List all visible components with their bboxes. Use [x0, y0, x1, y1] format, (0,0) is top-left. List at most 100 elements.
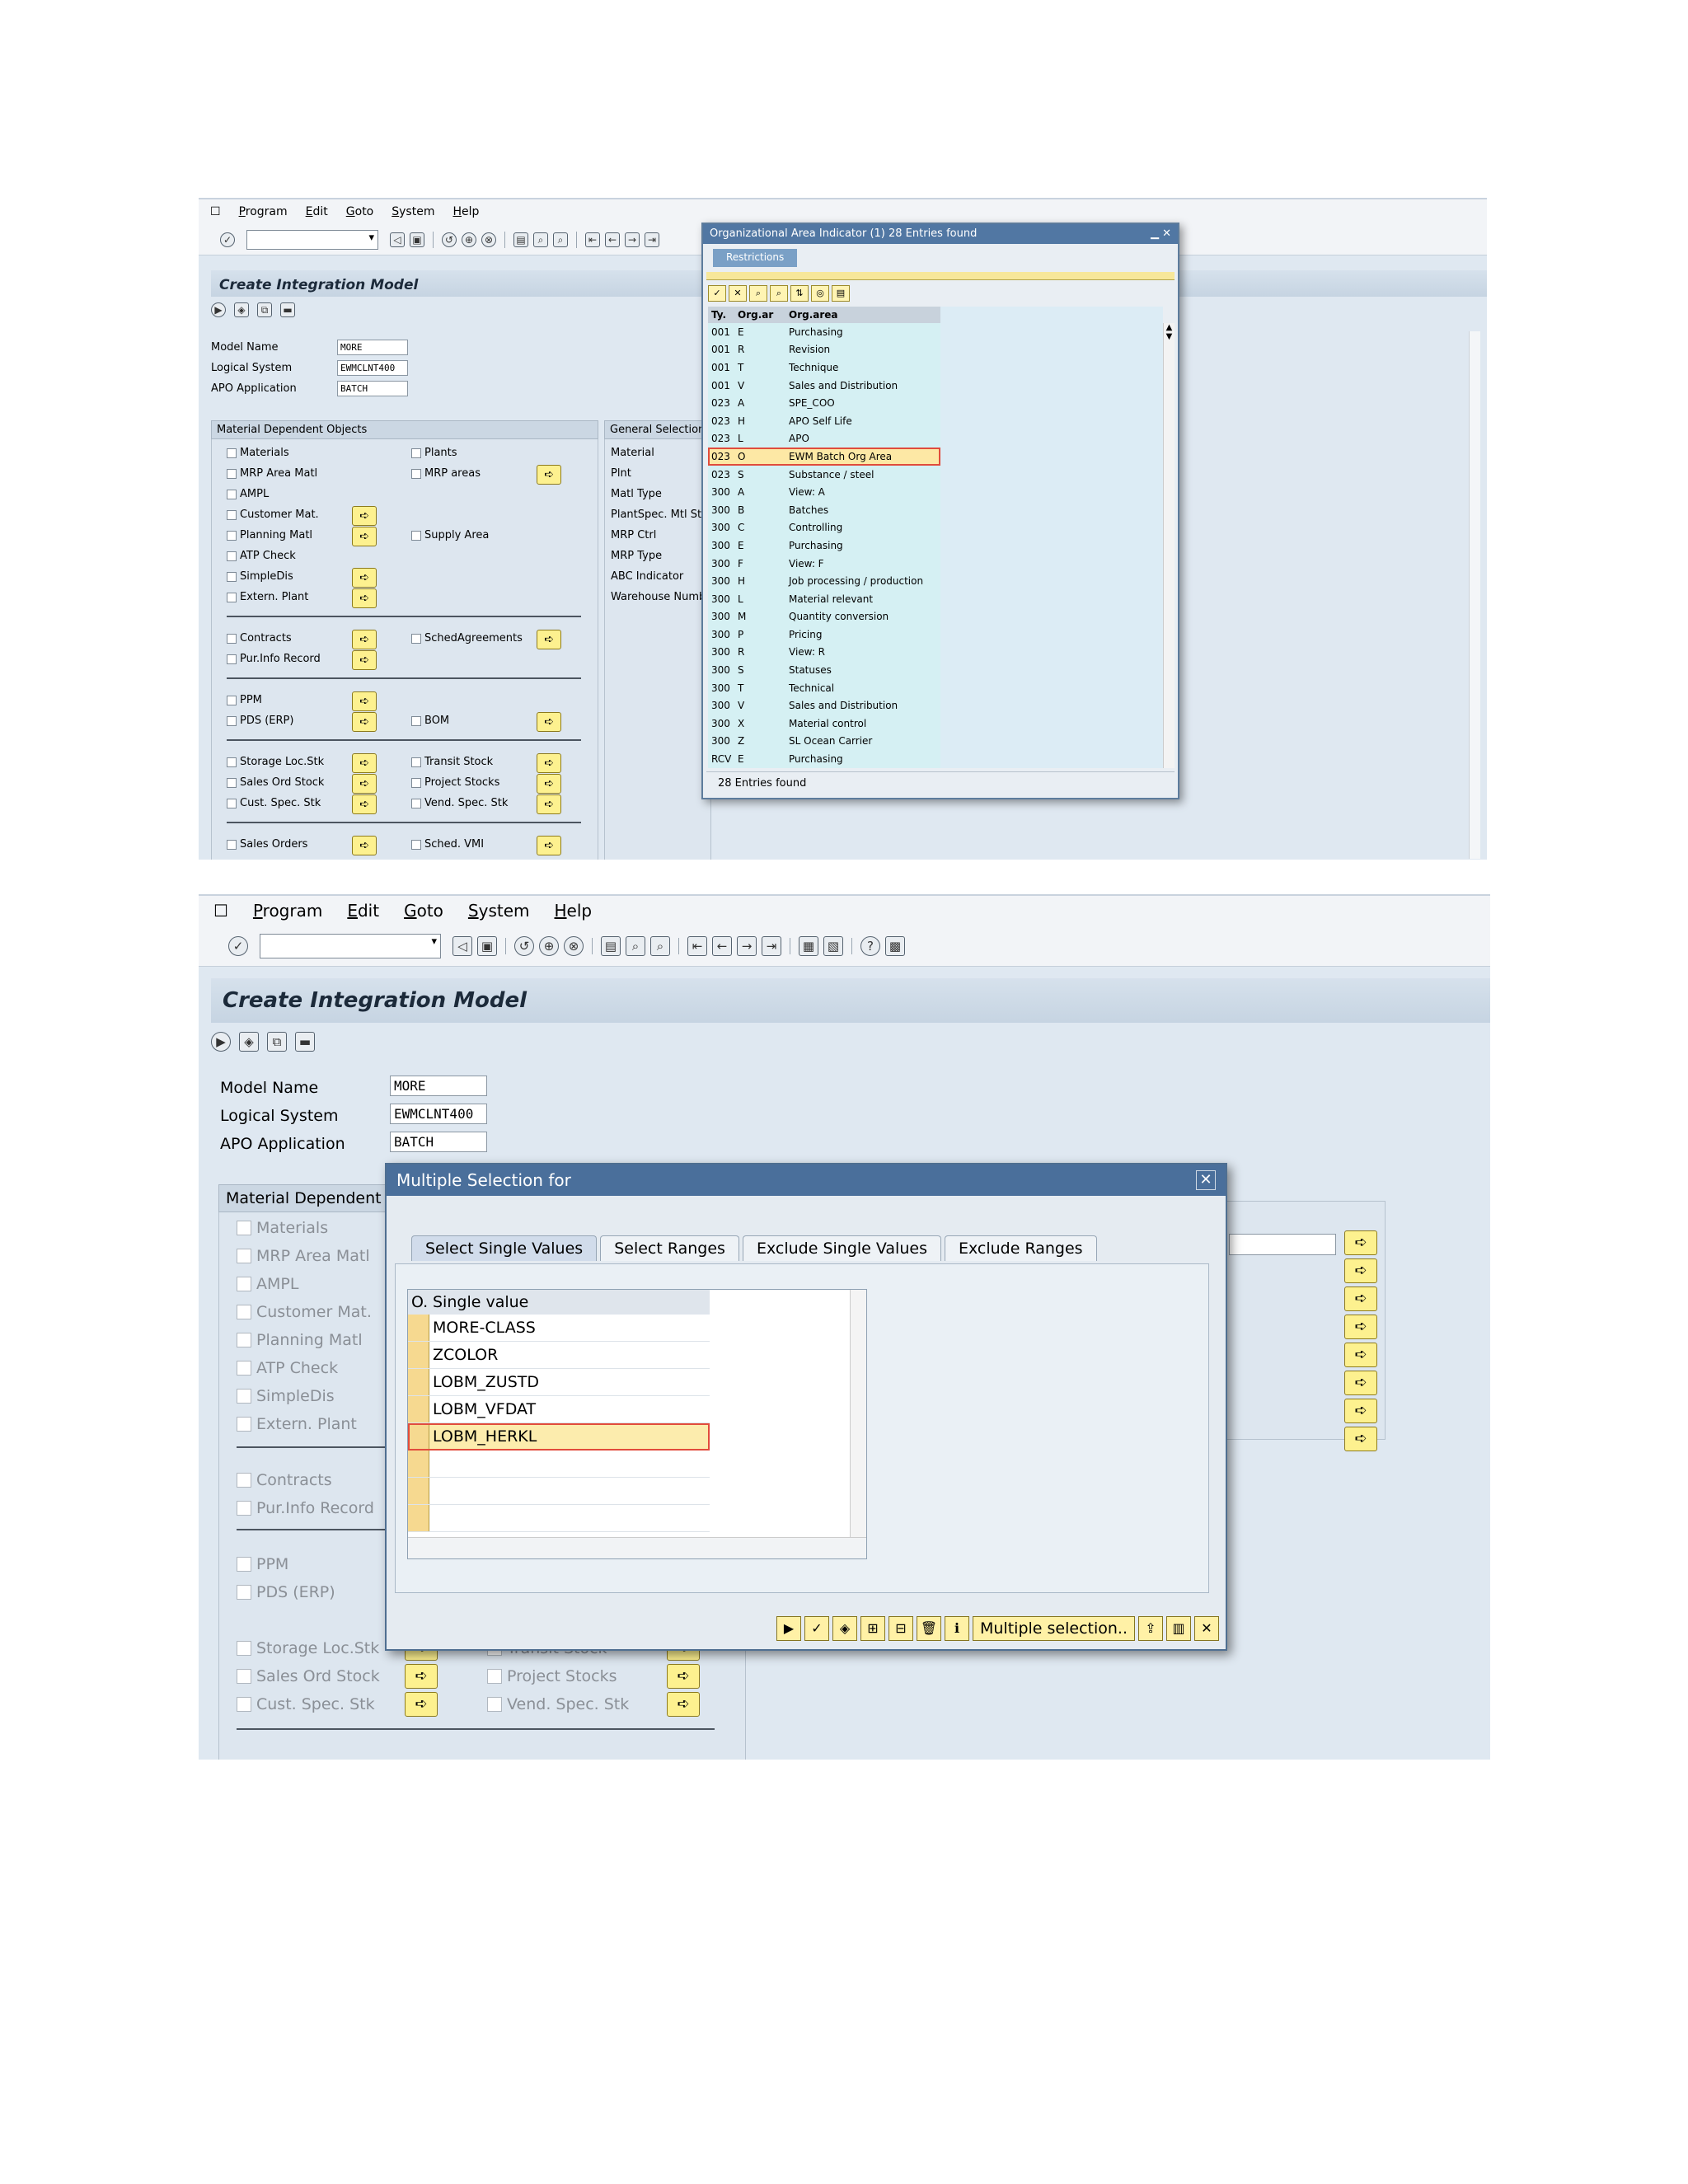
list-item[interactable]: 023 O EWM Batch Org Area — [708, 448, 940, 466]
menu-program[interactable]: Program — [239, 205, 288, 218]
find-next-icon[interactable]: ⌕ — [770, 285, 788, 302]
selection-arrow-button[interactable]: ➪ — [537, 836, 561, 855]
sort-icon[interactable]: ⇅ — [790, 285, 809, 302]
checkbox-project-stocks[interactable]: Project Stocks — [411, 776, 499, 789]
checkbox-mrp-area-matl[interactable]: MRP Area Matl — [237, 1247, 370, 1265]
checkbox-project-stocks[interactable]: Project Stocks — [487, 1667, 617, 1685]
checkbox-contracts[interactable]: Contracts — [227, 632, 292, 644]
checkbox-vend-spec-stk[interactable]: Vend. Spec. Stk — [487, 1695, 629, 1713]
list-item[interactable]: 300 H Job processing / production — [708, 572, 940, 590]
table-row[interactable]: LOBM_VFDAT — [408, 1396, 710, 1423]
checkbox-sales-ord-stock[interactable]: Sales Ord Stock — [237, 1667, 380, 1685]
find-icon[interactable]: ⌕ — [626, 935, 645, 956]
popup-close-icon[interactable]: ▁ ✕ — [1151, 227, 1171, 241]
selection-arrow-button[interactable]: ➪ — [537, 630, 561, 649]
column-single-value[interactable]: Single value — [433, 1293, 528, 1311]
row-selector[interactable] — [408, 1451, 429, 1477]
checkbox-sched-vmi[interactable]: Sched. VMI — [411, 838, 484, 851]
apo-application-field[interactable]: BATCH — [337, 381, 408, 396]
menu-help[interactable]: Help — [452, 205, 479, 218]
menu-goto[interactable]: Goto — [404, 901, 443, 921]
find-icon[interactable]: ⌕ — [749, 285, 767, 302]
checkbox-planning-matl[interactable]: Planning Matl — [227, 529, 312, 541]
find-next-icon[interactable]: ⌕ — [650, 935, 670, 956]
list-item[interactable]: 300 F View: F — [708, 555, 940, 573]
delete-row-icon[interactable]: ⊟ — [889, 1616, 913, 1641]
list-item[interactable]: 300 X Material control — [708, 715, 940, 733]
tab-exclude-ranges[interactable]: Exclude Ranges — [944, 1235, 1097, 1261]
tab-exclude-single-values[interactable]: Exclude Single Values — [742, 1235, 941, 1261]
selection-arrow-button[interactable]: ➪ — [352, 588, 377, 608]
checkbox-extern-plant[interactable]: Extern. Plant — [227, 591, 308, 603]
table-row[interactable]: LOBM_HERKL — [408, 1423, 710, 1451]
checkbox-pur-info-record[interactable]: Pur.Info Record — [227, 653, 321, 665]
checkbox-mrp-areas[interactable]: MRP areas — [411, 467, 481, 480]
layout-menu-icon[interactable]: ▩ — [885, 935, 905, 956]
row-selector[interactable] — [408, 1315, 429, 1341]
selection-arrow-button[interactable]: ➪ — [1344, 1258, 1377, 1283]
variant-icon[interactable]: ◈ — [234, 302, 249, 317]
shortcut-icon[interactable]: ▧ — [823, 935, 843, 956]
selection-arrow-button[interactable]: ➪ — [537, 753, 561, 773]
first-page-icon[interactable]: ⇤ — [687, 935, 707, 956]
row-selector[interactable] — [408, 1478, 429, 1504]
table-row[interactable] — [408, 1451, 710, 1478]
menu-goto[interactable]: Goto — [346, 205, 373, 218]
checkbox-schedagreements[interactable]: SchedAgreements — [411, 632, 523, 644]
selection-arrow-button[interactable]: ➪ — [537, 712, 561, 732]
menu-system[interactable]: System — [468, 901, 530, 921]
column-org-ar[interactable]: Org.ar — [738, 309, 789, 321]
copy-icon[interactable]: ⧉ — [267, 1032, 287, 1052]
checkbox-bom[interactable]: BOM — [411, 715, 449, 727]
row-selector[interactable] — [408, 1369, 429, 1395]
selection-arrow-button[interactable]: ➪ — [352, 527, 377, 546]
menu-help[interactable]: Help — [555, 901, 593, 921]
window-menu-icon[interactable]: ☐ — [213, 901, 228, 921]
checkbox-cust-spec-stk[interactable]: Cust. Spec. Stk — [237, 1695, 375, 1713]
checkbox-contracts[interactable]: Contracts — [237, 1471, 332, 1489]
save-icon[interactable]: ▣ — [410, 232, 424, 247]
selection-arrow-button[interactable]: ➪ — [405, 1692, 438, 1717]
apo-application-field[interactable]: BATCH — [390, 1132, 487, 1152]
single-value-cell[interactable]: ZCOLOR — [429, 1346, 498, 1364]
selection-arrow-button[interactable]: ➪ — [352, 774, 377, 794]
selection-arrow-button[interactable]: ➪ — [352, 836, 377, 855]
selection-arrow-button[interactable]: ➪ — [537, 794, 561, 814]
list-item[interactable]: 023 S Substance / steel — [708, 466, 940, 484]
list-item[interactable]: 023 H APO Self Life — [708, 412, 940, 430]
selection-arrow-button[interactable]: ➪ — [352, 630, 377, 649]
back-icon[interactable]: ↺ — [514, 935, 534, 956]
column-type[interactable]: Ty. — [708, 309, 738, 321]
print-icon[interactable]: ▤ — [601, 935, 621, 956]
variant-icon[interactable]: ◈ — [239, 1032, 259, 1052]
cancel-icon[interactable]: ⊗ — [564, 935, 584, 956]
list-item[interactable]: 001 T Technique — [708, 359, 940, 377]
row-selector[interactable] — [408, 1423, 429, 1450]
last-page-icon[interactable]: ⇥ — [762, 935, 781, 956]
checkbox-transit-stock[interactable]: Transit Stock — [411, 756, 493, 768]
checkbox-atp-check[interactable]: ATP Check — [237, 1359, 338, 1377]
selection-arrow-button[interactable]: ➪ — [1344, 1427, 1377, 1451]
selection-arrow-button[interactable]: ➪ — [1344, 1230, 1377, 1255]
list-item[interactable]: 001 V Sales and Distribution — [708, 377, 940, 395]
list-item[interactable]: 300 M Quantity conversion — [708, 608, 940, 626]
print-icon[interactable]: ▤ — [513, 232, 528, 247]
checkbox-extern-plant[interactable]: Extern. Plant — [237, 1415, 357, 1433]
window-menu-icon[interactable]: ☐ — [210, 205, 221, 218]
back-arrow-icon[interactable]: ◁ — [390, 232, 405, 247]
logical-system-field[interactable]: EWMCLNT400 — [390, 1104, 487, 1124]
execute-icon[interactable]: ▶ — [776, 1616, 801, 1641]
selection-arrow-button[interactable]: ➪ — [352, 568, 377, 588]
model-name-field[interactable]: MORE — [337, 340, 408, 355]
checkbox-supply-area[interactable]: Supply Area — [411, 529, 489, 541]
selection-arrow-button[interactable]: ➪ — [1344, 1286, 1377, 1311]
checkbox-materials[interactable]: Materials — [227, 447, 289, 459]
confirm-icon[interactable]: ✓ — [708, 285, 726, 302]
checkbox-pur-info-record[interactable]: Pur.Info Record — [237, 1499, 374, 1517]
prev-page-icon[interactable]: ← — [605, 232, 620, 247]
selection-arrow-button[interactable]: ➪ — [352, 712, 377, 732]
selection-arrow-button[interactable]: ➪ — [667, 1692, 700, 1717]
list-item[interactable]: 300 T Technical — [708, 679, 940, 697]
exit-icon[interactable]: ⊕ — [462, 232, 476, 247]
selection-arrow-button[interactable]: ➪ — [352, 506, 377, 526]
